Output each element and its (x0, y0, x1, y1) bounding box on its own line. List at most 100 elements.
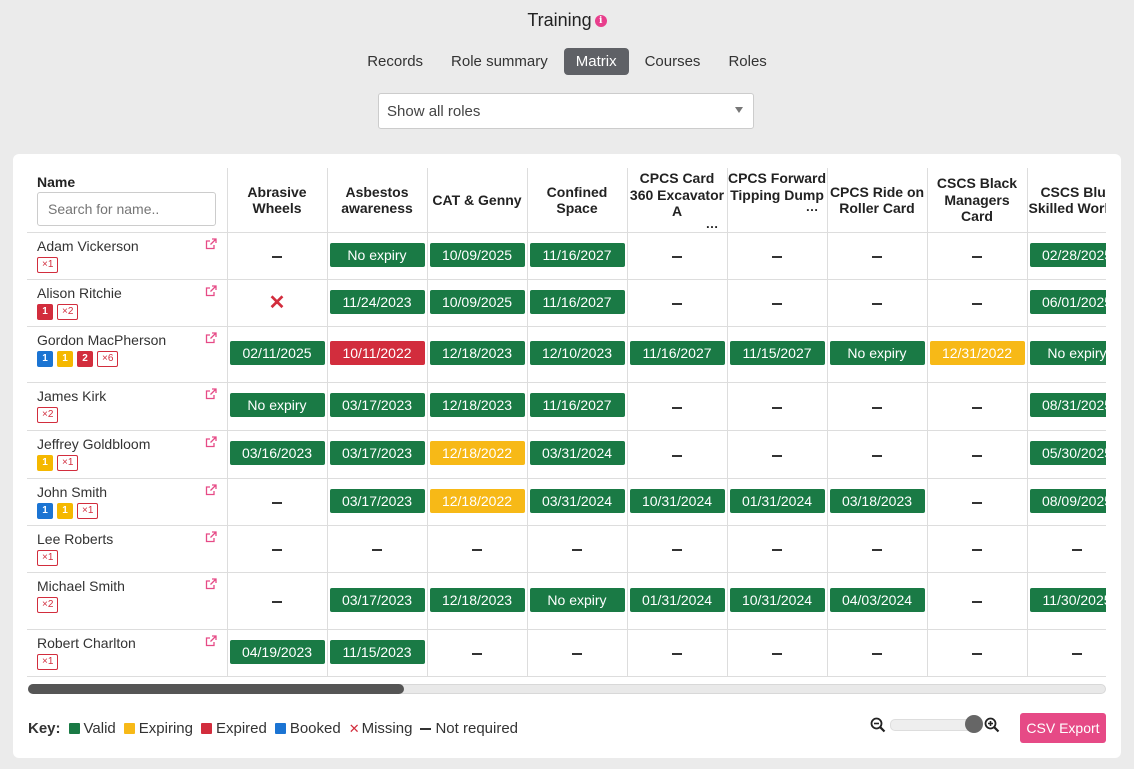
valid-date-cell[interactable]: 11/16/2027 (529, 393, 625, 417)
expiring-count-badge: 1 (57, 503, 73, 519)
valid-date-cell[interactable]: 10/09/2025 (429, 242, 525, 267)
matrix-cell (727, 382, 828, 431)
not-required-dash (572, 549, 582, 552)
valid-date-cell[interactable]: No expiry (329, 242, 425, 267)
expiring-date-cell[interactable]: 12/31/2022 (929, 341, 1025, 365)
external-link-icon[interactable] (205, 285, 217, 297)
valid-date-cell[interactable]: 03/17/2023 (329, 488, 425, 513)
expiring-date-cell[interactable]: 12/18/2022 (429, 441, 525, 465)
not-required-dash (672, 256, 682, 259)
valid-date-cell[interactable]: 01/31/2024 (729, 488, 825, 513)
valid-date-cell[interactable]: 03/17/2023 (329, 393, 425, 417)
external-link-icon[interactable] (205, 531, 217, 543)
valid-date-cell[interactable]: No expiry (1029, 341, 1106, 365)
matrix-cell (827, 525, 928, 573)
valid-date-cell[interactable]: 02/28/2025 (1029, 242, 1106, 267)
matrix-cell: 03/16/2023 (227, 430, 328, 479)
valid-date-cell[interactable]: 10/09/2025 (429, 289, 525, 314)
valid-date-cell[interactable]: 04/19/2023 (229, 639, 325, 664)
status-badges: 1 1 2 ×6 (37, 351, 227, 367)
tab-records[interactable]: Records (355, 48, 435, 75)
matrix-cell (427, 525, 528, 573)
scrollbar-thumb[interactable] (28, 684, 404, 694)
valid-date-cell[interactable]: 11/15/2023 (329, 639, 425, 664)
zoom-slider[interactable] (890, 715, 983, 733)
not-required-dash (472, 653, 482, 656)
table-row: Jeffrey Goldbloom 1 ×1 03/16/2023 03/17/2023… (27, 430, 1106, 479)
valid-date-cell[interactable]: 06/01/2025 (1029, 289, 1106, 314)
column-header: CPCS Forward Tipping Dump… (727, 168, 828, 233)
tab-courses[interactable]: Courses (633, 48, 713, 75)
horizontal-scrollbar[interactable] (28, 684, 1106, 694)
missing-x-icon: ✕ (348, 720, 360, 736)
external-link-icon[interactable] (205, 635, 217, 647)
valid-date-cell[interactable]: 08/31/2025 (1029, 393, 1106, 417)
valid-date-cell[interactable]: No expiry (529, 587, 625, 612)
valid-date-cell[interactable]: 08/09/2025 (1029, 488, 1106, 513)
matrix-table-container[interactable]: Name Abrasive Wheels Asbestos awareness CA… (27, 168, 1106, 678)
zoom-slider-handle[interactable] (965, 715, 983, 733)
not-required-dash (772, 406, 782, 409)
role-filter-select[interactable]: Show all roles (378, 93, 754, 129)
legend-label: Expired (215, 720, 267, 737)
zoom-in-icon[interactable] (984, 717, 1000, 733)
matrix-cell (727, 279, 828, 327)
table-row: Michael Smith ×2 03/17/2023 12/18/2023 No ex… (27, 572, 1106, 630)
valid-date-cell[interactable]: No expiry (229, 393, 325, 417)
valid-date-cell[interactable]: 11/16/2027 (529, 289, 625, 314)
valid-date-cell[interactable]: 12/18/2023 (429, 587, 525, 612)
valid-date-cell[interactable]: 03/17/2023 (329, 587, 425, 612)
valid-date-cell[interactable]: 11/24/2023 (329, 289, 425, 314)
tab-roles[interactable]: Roles (716, 48, 778, 75)
column-header-label: Abrasive Wheels (247, 183, 307, 217)
valid-date-cell[interactable]: 03/16/2023 (229, 441, 325, 465)
valid-date-cell[interactable]: 05/30/2025 (1029, 441, 1106, 465)
valid-date-cell[interactable]: 11/30/2025 (1029, 587, 1106, 612)
external-link-icon[interactable] (205, 388, 217, 400)
external-link-icon[interactable] (205, 238, 217, 250)
expiring-date-cell[interactable]: 12/18/2022 (429, 488, 525, 513)
valid-date-cell[interactable]: 10/31/2024 (629, 488, 725, 513)
tab-role-summary[interactable]: Role summary (439, 48, 560, 75)
person-name: Adam Vickerson (37, 238, 139, 254)
valid-date-cell[interactable]: 03/31/2024 (529, 441, 625, 465)
valid-date-cell[interactable]: No expiry (829, 341, 925, 365)
matrix-cell (727, 525, 828, 573)
name-search-input[interactable] (37, 192, 216, 226)
matrix-cell (227, 572, 328, 630)
zoom-out-icon[interactable] (870, 717, 886, 733)
matrix-cell (627, 629, 728, 677)
external-link-icon[interactable] (205, 436, 217, 448)
valid-date-cell[interactable]: 12/10/2023 (529, 341, 625, 365)
csv-export-button[interactable]: CSV Export (1020, 713, 1106, 743)
tab-matrix[interactable]: Matrix (563, 48, 629, 75)
matrix-cell (1027, 525, 1106, 573)
matrix-cell: 11/16/2027 (527, 382, 628, 431)
external-link-icon[interactable] (205, 578, 217, 590)
status-badges: 1 1 ×1 (37, 503, 227, 519)
info-icon[interactable]: i (594, 15, 607, 27)
valid-date-cell[interactable]: 03/17/2023 (329, 441, 425, 465)
external-link-icon[interactable] (205, 484, 217, 496)
not-required-dash (772, 549, 782, 552)
matrix-cell: No expiry (827, 326, 928, 383)
matrix-cell (927, 430, 1028, 479)
matrix-cell: 04/19/2023 (227, 629, 328, 677)
not-required-dash (972, 406, 982, 409)
external-link-icon[interactable] (205, 332, 217, 344)
expired-date-cell[interactable]: 10/11/2022 (329, 341, 425, 365)
legend-swatch (200, 723, 212, 734)
valid-date-cell[interactable]: 10/31/2024 (729, 587, 825, 612)
column-header-label: CSCS Blue Skilled Worker (1028, 183, 1106, 217)
valid-date-cell[interactable]: 03/18/2023 (829, 488, 925, 513)
valid-date-cell[interactable]: 12/18/2023 (429, 393, 525, 417)
valid-date-cell[interactable]: 02/11/2025 (229, 341, 325, 365)
valid-date-cell[interactable]: 04/03/2024 (829, 587, 925, 612)
valid-date-cell[interactable]: 11/16/2027 (629, 341, 725, 365)
valid-date-cell[interactable]: 01/31/2024 (629, 587, 725, 612)
missing-count-badge: ×1 (37, 550, 59, 566)
valid-date-cell[interactable]: 11/15/2027 (729, 341, 825, 365)
valid-date-cell[interactable]: 12/18/2023 (429, 341, 525, 365)
valid-date-cell[interactable]: 11/16/2027 (529, 242, 625, 267)
valid-date-cell[interactable]: 03/31/2024 (529, 488, 625, 513)
